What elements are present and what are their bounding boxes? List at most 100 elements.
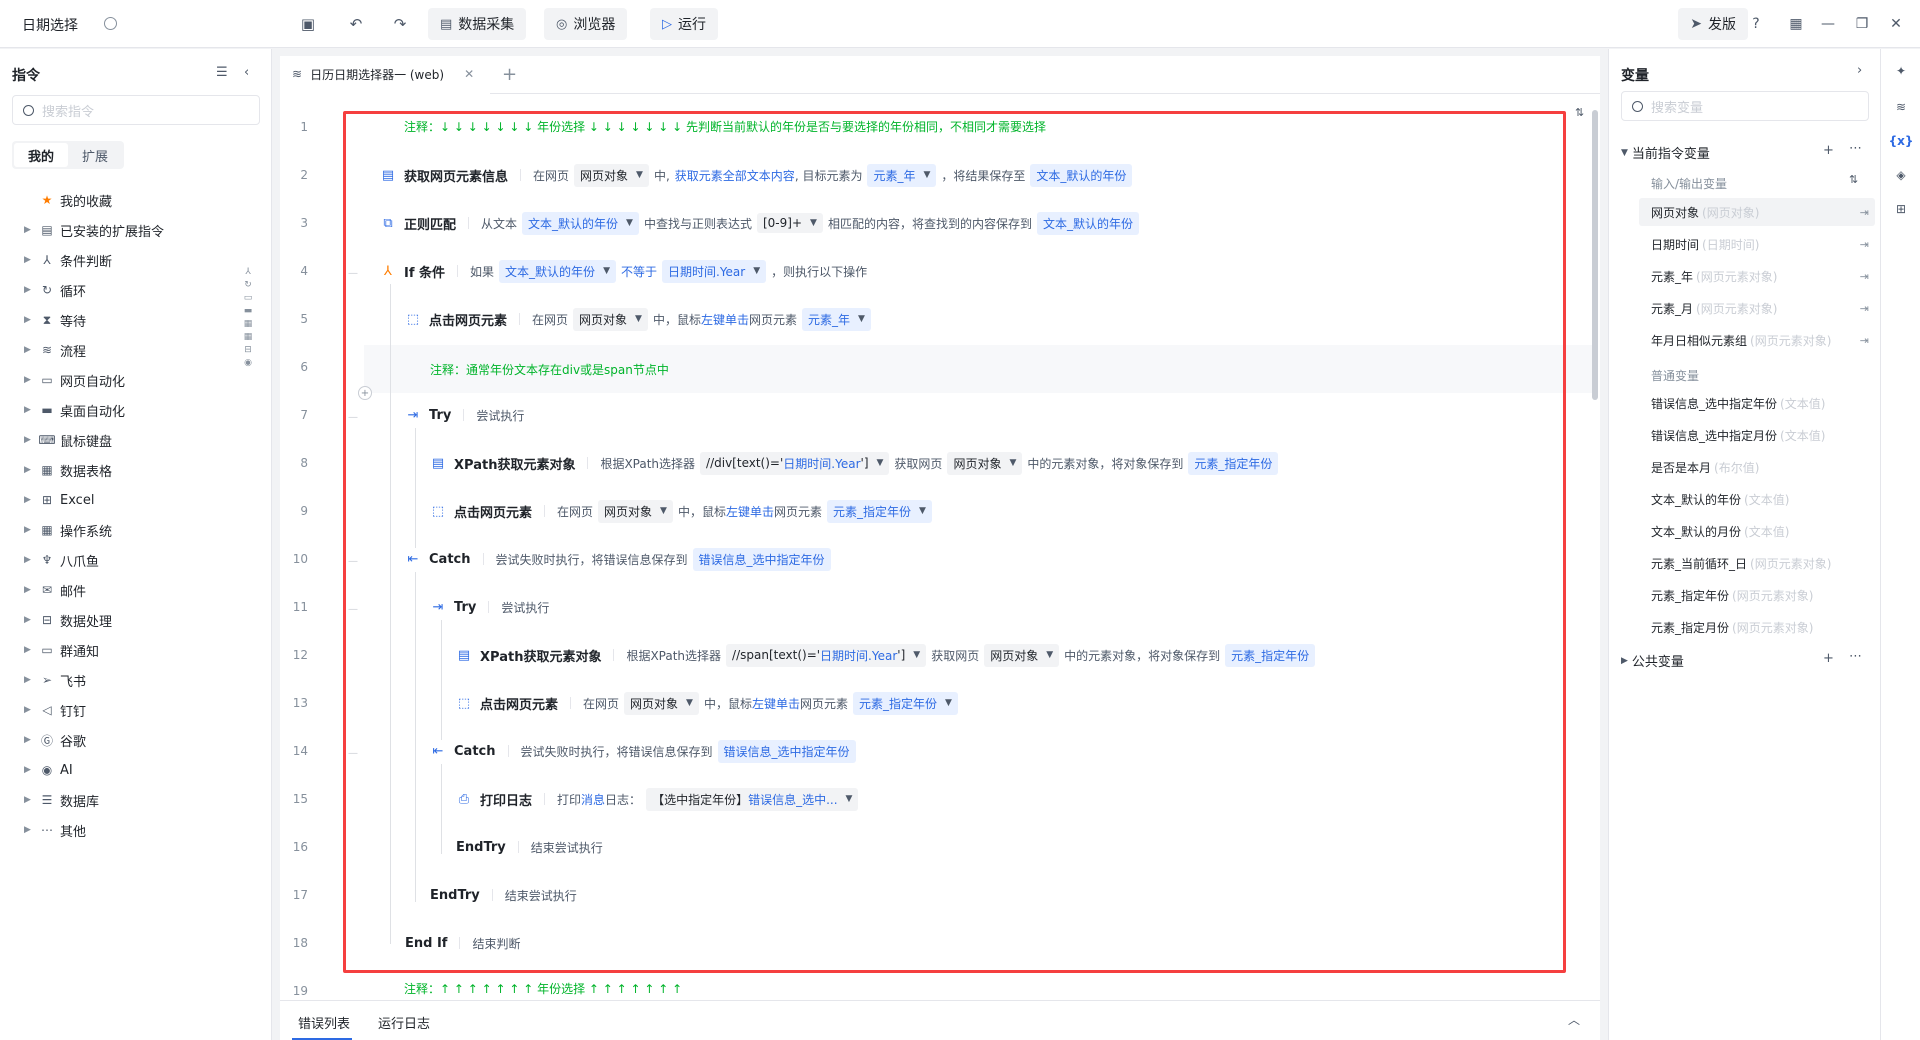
data-collect-button[interactable]: ▤ 数据采集 [428,8,527,40]
tree-item-mail[interactable]: ▶ ✉ 邮件 [0,575,240,605]
sparkle-icon[interactable]: ✦ [1893,63,1909,79]
minimize-icon[interactable]: — [1818,14,1838,34]
editor-tab[interactable]: ≋ 日历日期选择器一 (web) ✕ [280,56,490,94]
param-link[interactable]: 获取元素全部文本内容 [675,167,795,184]
export-icon[interactable]: ⇥ [1860,334,1869,347]
restore-icon[interactable]: ❐ [1852,14,1872,34]
step-click-element[interactable]: ⬚ 点击网页元素 在网页 网页对象 ▼ 中，鼠标 左键单击 网页元素 元素_指定年… [430,496,937,526]
export-icon[interactable]: ⇥ [1860,270,1869,283]
param-link[interactable]: 左键单击 [752,695,800,712]
step-end-try[interactable]: EndTry 结束尝试执行 [430,880,577,910]
fold-marker[interactable]: — [348,748,358,759]
sort-icon[interactable]: ☰ [216,65,228,80]
param-dropdown[interactable]: [0-9]+ ▼ [756,213,823,233]
param-dropdown[interactable]: 网页对象 ▼ [573,307,648,331]
branch-icon[interactable]: ⅄ [245,267,251,277]
add-icon[interactable]: + [1823,143,1834,158]
step-end-if[interactable]: End If 结束判断 [405,928,520,958]
sort-icon[interactable]: ⇅ [1849,173,1858,186]
tree-item-favorites[interactable]: ★ 我的收藏 [0,185,240,215]
param-link[interactable]: 左键单击 [726,503,774,520]
add-step-icon[interactable]: + [358,386,372,400]
param-dropdown[interactable]: //span[text()=' 日期时间.Year '] ▼ [726,643,927,667]
step-regex-match[interactable]: ⧉ 正则匹配 从文本 文本_默认的年份 ▼ 中查找与正则表达式 [0-9]+ ▼ 相… [380,208,1144,238]
tree-item-os[interactable]: ▶ ▦ 操作系统 [0,515,240,545]
step-print-log[interactable]: ⎙ 打印日志 打印 消息 日志： 【选中指定年份】 错误信息_选中... ▼ [456,784,863,814]
tab-error-list[interactable]: 错误列表 [298,1013,350,1032]
variable-chip[interactable]: 元素_指定年份 [1188,451,1279,475]
param-dropdown[interactable]: 网页对象 ▼ [984,643,1060,667]
variable-dropdown[interactable]: 元素_指定年份 ▼ [827,499,932,523]
add-tab-icon[interactable]: + [502,64,517,85]
run-button[interactable]: ▷ 运行 [650,8,718,40]
variable-chip[interactable]: 元素_指定年份 [1225,643,1316,667]
tree-item-dingtalk[interactable]: ▶ ◁ 钉钉 [0,695,240,725]
tree-item-wait[interactable]: ▶ ⧗ 等待 [0,305,240,335]
variable-item[interactable]: 文本_默认的月份 (文本值) [1639,517,1875,545]
variable-chip[interactable]: 文本_默认的年份 [1036,211,1139,235]
tree-item-web-automation[interactable]: ▶ ▭ 网页自动化 [0,365,240,395]
group-public-vars[interactable]: ▶ 公共变量 [1621,651,1684,670]
tab-extensions[interactable]: 扩展 [68,143,122,167]
step-click-element[interactable]: ⬚ 点击网页元素 在网页 网页对象 ▼ 中，鼠标 左键单击 网页元素 元素_指定年… [456,688,963,718]
variable-chip[interactable]: 文本_默认的年份 [1030,163,1133,187]
chevron-right-icon[interactable]: › [1857,63,1862,78]
command-search-input[interactable]: 搜索指令 [12,95,260,125]
export-icon[interactable]: ⇥ [1860,238,1869,251]
variable-dropdown[interactable]: 元素_指定年份 ▼ [853,691,958,715]
param-dropdown[interactable]: //div[text()=' 日期时间.Year '] ▼ [700,451,890,475]
history-icon[interactable] [104,17,117,30]
export-icon[interactable]: ⇥ [1860,206,1869,219]
sort-icon[interactable]: ⇅ [1575,106,1584,119]
step-comment-6[interactable]: 注释：通常年份文本存在div或是span节点中 [430,354,669,384]
redo-icon[interactable]: ↷ [390,14,410,34]
editor-scrollbar[interactable] [1592,110,1598,400]
param-dropdown[interactable]: 【选中指定年份】 错误信息_选中... ▼ [646,787,859,811]
flow-icon[interactable]: ≋ [1893,99,1909,115]
step-xpath-get[interactable]: ▤ XPath获取元素对象 根据XPath选择器 //div[text()=' 日… [430,448,1283,478]
variable-item[interactable]: 元素_月 (网页元素对象) ⇥ [1639,294,1875,322]
save-icon[interactable]: ▣ [298,14,318,34]
close-icon[interactable]: ✕ [464,67,474,81]
step-try[interactable]: ⇥ Try 尝试执行 [405,400,525,430]
collapse-left-icon[interactable]: ‹ [244,65,249,80]
tree-item-other[interactable]: ▶ ⋯ 其他 [0,815,240,845]
param-dropdown[interactable]: 网页对象 ▼ [624,691,699,715]
variable-item[interactable]: 元素_指定年份 (网页元素对象) [1639,581,1875,609]
layers-icon[interactable]: ◈ [1893,167,1909,183]
param-dropdown[interactable]: 网页对象 ▼ [598,499,673,523]
variable-item[interactable]: 是否是本月 (布尔值) [1639,453,1875,481]
fold-marker[interactable]: — [348,604,358,615]
tree-item-installed-ext[interactable]: ▶ ▤ 已安装的扩展指令 [0,215,240,245]
variable-dropdown[interactable]: 文本_默认的年份 ▼ [499,259,616,283]
variable-item[interactable]: 文本_默认的年份 (文本值) [1639,485,1875,513]
param-link[interactable]: 左键单击 [701,311,749,328]
browser-button[interactable]: ◎ 浏览器 [544,8,628,40]
variable-dropdown[interactable]: 文本_默认的年份 ▼ [522,211,639,235]
variable-chip[interactable]: 错误信息_选中指定年份 [717,739,856,763]
step-catch[interactable]: ⇤ Catch 尝试失败时执行，将错误信息保存到 错误信息_选中指定年份 [430,736,861,766]
tree-item-desktop-automation[interactable]: ▶ ▬ 桌面自动化 [0,395,240,425]
tree-item-mouse-keyboard[interactable]: ▶ ⌨ 鼠标键盘 [0,425,240,455]
ai-icon[interactable]: ◉ [244,358,252,368]
variable-item[interactable]: 元素_年 (网页元素对象) ⇥ [1639,262,1875,290]
tree-item-group-notify[interactable]: ▶ ▭ 群通知 [0,635,240,665]
fold-marker[interactable]: — [348,556,358,567]
more-icon[interactable]: ⋯ [1849,649,1862,664]
tree-item-data-processing[interactable]: ▶ ⊟ 数据处理 [0,605,240,635]
tree-item-loop[interactable]: ▶ ↻ 循环 [0,275,240,305]
tree-item-excel[interactable]: ▶ ⊞ Excel [0,485,240,515]
fold-marker[interactable]: — [348,268,358,279]
variable-chip[interactable]: 错误信息_选中指定年份 [692,547,831,571]
tree-item-feishu[interactable]: ▶ ➢ 飞书 [0,665,240,695]
grid-icon[interactable]: ▦ [244,332,253,342]
step-try[interactable]: ⇥ Try 尝试执行 [430,592,550,622]
step-catch[interactable]: ⇤ Catch 尝试失败时执行，将错误信息保存到 错误信息_选中指定年份 [405,544,836,574]
browser-window-icon[interactable]: ▭ [244,293,253,303]
step-click-element[interactable]: ⬚ 点击网页元素 在网页 网页对象 ▼ 中，鼠标 左键单击 网页元素 元素_年 ▼ [405,304,876,334]
tree-item-condition[interactable]: ▶ ⅄ 条件判断 [0,245,240,275]
undo-icon[interactable]: ↶ [346,14,366,34]
chevron-up-icon[interactable]: ︿ [1568,1011,1580,1028]
tree-item-ai[interactable]: ▶ ◉ AI [0,755,240,785]
tree-item-google[interactable]: ▶ Ⓖ 谷歌 [0,725,240,755]
